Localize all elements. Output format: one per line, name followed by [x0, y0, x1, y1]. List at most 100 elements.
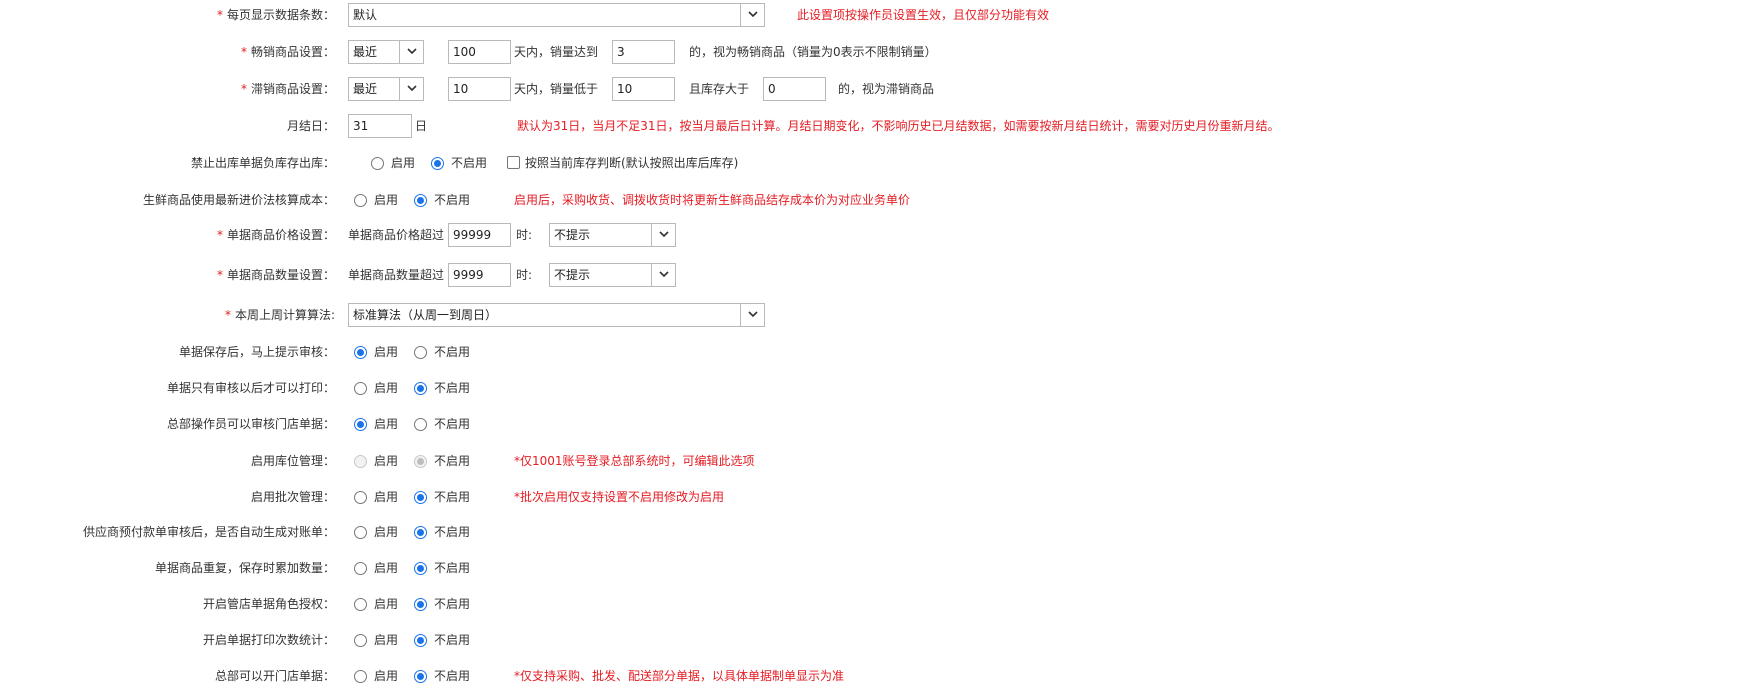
- prompt-audit-on-label: 启用: [374, 345, 399, 359]
- page-size-select[interactable]: 默认: [348, 3, 765, 27]
- label-hq-open-store: 总部可以开门店单据：: [214, 669, 335, 683]
- row-hq-audit-store: 总部操作员可以审核门店单据： 启用 不启用: [0, 409, 1737, 439]
- hq-audit-store-off-label: 不启用: [434, 417, 471, 431]
- chevron-down-icon: [399, 41, 423, 63]
- print-count-radio-off[interactable]: [414, 634, 427, 647]
- forbid-negative-radio-off[interactable]: [431, 157, 444, 170]
- label-month-end: 月结日：: [286, 119, 335, 133]
- label-location-mgmt: 启用库位管理：: [250, 454, 335, 468]
- current-stock-checkbox[interactable]: [507, 156, 520, 169]
- batch-mgmt-radio-on[interactable]: [354, 491, 367, 504]
- row-price-limit: * 单据商品价格设置： 单据商品价格超过 99999 时: 不提示: [0, 220, 1737, 250]
- price-limit-select[interactable]: 不提示: [549, 223, 676, 247]
- fresh-cost-radio-on[interactable]: [354, 194, 367, 207]
- forbid-negative-off-label: 不启用: [451, 156, 488, 170]
- print-after-audit-radio-on[interactable]: [354, 382, 367, 395]
- batch-mgmt-on-label: 启用: [374, 490, 399, 504]
- label-store-role-auth: 开启管店单据角色授权：: [202, 597, 335, 611]
- hq-open-store-off-label: 不启用: [434, 669, 471, 683]
- label-forbid-negative: 禁止出库单据负库存出库：: [190, 156, 335, 170]
- label-batch-mgmt: 启用批次管理：: [250, 490, 335, 504]
- hot-days-input[interactable]: 100: [448, 40, 511, 64]
- prompt-audit-off-label: 不启用: [434, 345, 471, 359]
- row-dup-goods-add: 单据商品重复，保存时累加数量： 启用 不启用: [0, 553, 1737, 583]
- qty-limit-input[interactable]: 9999: [448, 263, 511, 287]
- label-qty-limit: * 单据商品数量设置：: [216, 268, 335, 282]
- note-page-size: 此设置项按操作员设置生效，且仅部分功能有效: [797, 8, 1050, 22]
- row-hot-goods: * 畅销商品设置： 最近 100 天内，销量达到 3 的，视为畅销商品（销量为0表…: [0, 37, 1737, 67]
- row-batch-mgmt: 启用批次管理： 启用 不启用 *批次启用仅支持设置不启用修改为启用: [0, 482, 1737, 512]
- note-batch-mgmt: *批次启用仅支持设置不启用修改为启用: [514, 490, 725, 504]
- print-count-off-label: 不启用: [434, 633, 471, 647]
- hot-text1: 天内，销量达到: [514, 45, 599, 59]
- print-count-radio-on[interactable]: [354, 634, 367, 647]
- store-role-auth-radio-off[interactable]: [414, 598, 427, 611]
- row-forbid-negative: 禁止出库单据负库存出库： 启用 不启用 按照当前库存判断(默认按照出库后库存): [0, 148, 1737, 178]
- row-location-mgmt: 启用库位管理： 启用 不启用 *仅1001账号登录总部系统时，可编辑此选项: [0, 446, 1737, 476]
- slow-text3: 的，视为滞销商品: [838, 82, 935, 96]
- chevron-down-icon: [651, 224, 675, 246]
- label-slow-goods: * 滞销商品设置：: [240, 82, 335, 96]
- fresh-cost-on-label: 启用: [374, 193, 399, 207]
- chevron-down-icon: [651, 264, 675, 286]
- prompt-audit-radio-off[interactable]: [414, 346, 427, 359]
- row-print-after-audit: 单据只有审核以后才可以打印： 启用 不启用: [0, 373, 1737, 403]
- label-prompt-audit: 单据保存后，马上提示审核：: [178, 345, 335, 359]
- supplier-prepay-radio-on[interactable]: [354, 526, 367, 539]
- dup-goods-add-radio-off[interactable]: [414, 562, 427, 575]
- current-stock-checkbox-label: 按照当前库存判断(默认按照出库后库存): [525, 156, 739, 170]
- label-dup-goods-add: 单据商品重复，保存时累加数量：: [154, 561, 335, 575]
- batch-mgmt-off-label: 不启用: [434, 490, 471, 504]
- slow-qty-input[interactable]: 10: [612, 77, 675, 101]
- slow-days-input[interactable]: 10: [448, 77, 511, 101]
- label-print-after-audit: 单据只有审核以后才可以打印：: [166, 381, 335, 395]
- chevron-down-icon: [740, 4, 764, 26]
- label-fresh-cost: 生鲜商品使用最新进价法核算成本：: [142, 193, 335, 207]
- forbid-negative-radio-on[interactable]: [371, 157, 384, 170]
- qty-limit-select[interactable]: 不提示: [549, 263, 676, 287]
- print-after-audit-radio-off[interactable]: [414, 382, 427, 395]
- supplier-prepay-off-label: 不启用: [434, 525, 471, 539]
- supplier-prepay-radio-off[interactable]: [414, 526, 427, 539]
- note-fresh-cost: 启用后，采购收货、调拨收货时将更新生鲜商品结存成本价为对应业务单价: [514, 193, 911, 207]
- row-store-role-auth: 开启管店单据角色授权： 启用 不启用: [0, 589, 1737, 619]
- row-qty-limit: * 单据商品数量设置： 单据商品数量超过 9999 时: 不提示: [0, 260, 1737, 290]
- price-limit-suffix: 时:: [516, 228, 533, 242]
- hq-open-store-radio-on[interactable]: [354, 670, 367, 683]
- print-count-on-label: 启用: [374, 633, 399, 647]
- label-week-algo: * 本周上周计算算法:: [224, 308, 335, 322]
- dup-goods-add-radio-on[interactable]: [354, 562, 367, 575]
- row-month-end: 月结日： 31 日 默认为31日，当月不足31日，按当月最后日计算。月结日期变化…: [0, 111, 1737, 141]
- hq-open-store-radio-off[interactable]: [414, 670, 427, 683]
- store-role-auth-off-label: 不启用: [434, 597, 471, 611]
- fresh-cost-off-label: 不启用: [434, 193, 471, 207]
- month-end-unit: 日: [415, 119, 428, 133]
- label-hot-goods: * 畅销商品设置：: [240, 45, 335, 59]
- batch-mgmt-radio-off[interactable]: [414, 491, 427, 504]
- hq-audit-store-radio-off[interactable]: [414, 418, 427, 431]
- price-limit-input[interactable]: 99999: [448, 223, 511, 247]
- hot-period-select[interactable]: 最近: [348, 40, 424, 64]
- note-hq-open-store: *仅支持采购、批发、配送部分单据，以具体单据制单显示为准: [514, 669, 845, 683]
- label-page-size: * 每页显示数据条数：: [216, 8, 335, 22]
- print-after-audit-on-label: 启用: [374, 381, 399, 395]
- note-month-end: 默认为31日，当月不足31日，按当月最后日计算。月结日期变化，不影响历史已月结数…: [517, 119, 1280, 133]
- qty-limit-prefix: 单据商品数量超过: [348, 268, 445, 282]
- week-algo-select[interactable]: 标准算法（从周一到周日）: [348, 303, 765, 327]
- hq-audit-store-radio-on[interactable]: [354, 418, 367, 431]
- prompt-audit-radio-on[interactable]: [354, 346, 367, 359]
- hq-audit-store-on-label: 启用: [374, 417, 399, 431]
- slow-period-select[interactable]: 最近: [348, 77, 424, 101]
- store-role-auth-radio-on[interactable]: [354, 598, 367, 611]
- location-mgmt-radio-on: [354, 455, 367, 468]
- month-end-input[interactable]: 31: [348, 114, 412, 138]
- label-price-limit: * 单据商品价格设置：: [216, 228, 335, 242]
- label-print-count: 开启单据打印次数统计：: [202, 633, 335, 647]
- location-mgmt-on-label: 启用: [374, 454, 399, 468]
- hot-qty-input[interactable]: 3: [612, 40, 675, 64]
- row-supplier-prepay: 供应商预付款单审核后，是否自动生成对账单： 启用 不启用: [0, 517, 1737, 547]
- slow-stock-input[interactable]: 0: [763, 77, 826, 101]
- row-prompt-audit: 单据保存后，马上提示审核： 启用 不启用: [0, 337, 1737, 367]
- fresh-cost-radio-off[interactable]: [414, 194, 427, 207]
- forbid-negative-on-label: 启用: [391, 156, 416, 170]
